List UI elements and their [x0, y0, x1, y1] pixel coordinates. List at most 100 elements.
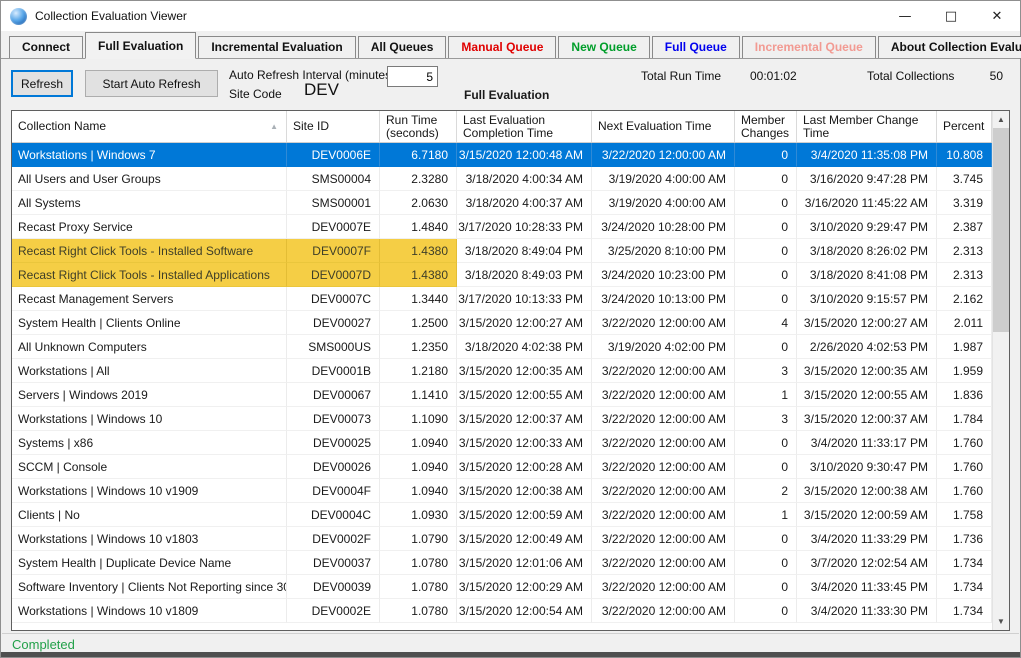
table-row[interactable]: All Unknown ComputersSMS000US1.23503/18/…	[12, 335, 992, 359]
cell-last-evaluation-completion-time: 3/18/2020 4:00:34 AM	[457, 167, 592, 191]
cell-last-member-change-time: 3/4/2020 11:33:29 PM	[797, 527, 937, 551]
cell-member-changes: 0	[735, 551, 797, 575]
cell-last-member-change-time: 3/15/2020 12:00:55 AM	[797, 383, 937, 407]
table-row[interactable]: Recast Right Click Tools - Installed Sof…	[12, 239, 992, 263]
cell-next-evaluation-time: 3/19/2020 4:00:00 AM	[592, 191, 735, 215]
column-header-collection-name[interactable]: Collection Name▲	[12, 111, 287, 142]
table-row[interactable]: Workstations | AllDEV0001B1.21803/15/202…	[12, 359, 992, 383]
vertical-scrollbar[interactable]: ▲ ▼	[992, 111, 1009, 630]
window-controls: — □ ✕	[882, 1, 1020, 31]
cell-collection-name: Recast Right Click Tools - Installed App…	[12, 263, 287, 287]
cell-collection-name: Software Inventory | Clients Not Reporti…	[12, 575, 287, 599]
cell-next-evaluation-time: 3/24/2020 10:13:00 PM	[592, 287, 735, 311]
table-row[interactable]: Clients | NoDEV0004C1.09303/15/2020 12:0…	[12, 503, 992, 527]
column-header-percent[interactable]: Percent	[937, 111, 992, 142]
table-row[interactable]: Recast Management ServersDEV0007C1.34403…	[12, 287, 992, 311]
scrollbar-track[interactable]	[993, 128, 1009, 613]
cell-percent: 1.784	[937, 407, 992, 431]
cell-last-member-change-time: 3/18/2020 8:26:02 PM	[797, 239, 937, 263]
table-row[interactable]: Workstations | Windows 10DEV000731.10903…	[12, 407, 992, 431]
scroll-down-icon[interactable]: ▼	[993, 613, 1009, 630]
table-row[interactable]: System Health | Clients OnlineDEV000271.…	[12, 311, 992, 335]
cell-last-member-change-time: 3/10/2020 9:15:57 PM	[797, 287, 937, 311]
cell-member-changes: 0	[735, 575, 797, 599]
cell-collection-name: Workstations | Windows 10 v1809	[12, 599, 287, 623]
scrollbar-thumb[interactable]	[993, 128, 1009, 332]
cell-site-id: DEV00067	[287, 383, 380, 407]
cell-collection-name: Systems | x86	[12, 431, 287, 455]
cell-run-time: 1.0940	[380, 455, 457, 479]
cell-member-changes: 2	[735, 479, 797, 503]
cell-last-evaluation-completion-time: 3/18/2020 8:49:03 PM	[457, 263, 592, 287]
column-header-label: Last Member Change Time	[803, 114, 932, 140]
tab-all-queues[interactable]: All Queues	[358, 36, 447, 58]
column-header-run-time[interactable]: Run Time (seconds)	[380, 111, 457, 142]
column-header-site-id[interactable]: Site ID	[287, 111, 380, 142]
table-row[interactable]: All Users and User GroupsSMS000042.32803…	[12, 167, 992, 191]
column-header-last-member-change-time[interactable]: Last Member Change Time	[797, 111, 937, 142]
tab-full-queue[interactable]: Full Queue	[652, 36, 740, 58]
cell-site-id: DEV00025	[287, 431, 380, 455]
tab-incremental-queue[interactable]: Incremental Queue	[742, 36, 876, 58]
refresh-button[interactable]: Refresh	[11, 70, 73, 97]
cell-last-evaluation-completion-time: 3/15/2020 12:00:48 AM	[457, 143, 592, 167]
cell-percent: 1.734	[937, 551, 992, 575]
cell-collection-name: SCCM | Console	[12, 455, 287, 479]
site-code-label: Site Code	[229, 87, 282, 101]
table-row[interactable]: System Health | Duplicate Device NameDEV…	[12, 551, 992, 575]
table-row[interactable]: Workstations | Windows 10 v1809DEV0002E1…	[12, 599, 992, 623]
column-header-next-evaluation-time[interactable]: Next Evaluation Time	[592, 111, 735, 142]
cell-member-changes: 0	[735, 431, 797, 455]
cell-member-changes: 0	[735, 287, 797, 311]
table-row[interactable]: Workstations | Windows 10 v1909DEV0004F1…	[12, 479, 992, 503]
table-row[interactable]: Workstations | Windows 10 v1803DEV0002F1…	[12, 527, 992, 551]
tab-manual-queue[interactable]: Manual Queue	[448, 36, 556, 58]
table-row[interactable]: Systems | x86DEV000251.09403/15/2020 12:…	[12, 431, 992, 455]
table-row[interactable]: Servers | Windows 2019DEV000671.14103/15…	[12, 383, 992, 407]
cell-percent: 1.760	[937, 431, 992, 455]
table-row[interactable]: Recast Right Click Tools - Installed App…	[12, 263, 992, 287]
tab-new-queue[interactable]: New Queue	[558, 36, 649, 58]
tab-about-collection-evaluation[interactable]: About Collection Evaluation	[878, 36, 1021, 58]
cell-last-evaluation-completion-time: 3/15/2020 12:00:37 AM	[457, 407, 592, 431]
cell-run-time: 1.0790	[380, 527, 457, 551]
column-header-member-changes[interactable]: Member Changes	[735, 111, 797, 142]
cell-site-id: DEV0004C	[287, 503, 380, 527]
cell-run-time: 1.4840	[380, 215, 457, 239]
cell-next-evaluation-time: 3/22/2020 12:00:00 AM	[592, 551, 735, 575]
cell-collection-name: Servers | Windows 2019	[12, 383, 287, 407]
tab-connect[interactable]: Connect	[9, 36, 83, 58]
cell-last-evaluation-completion-time: 3/15/2020 12:00:59 AM	[457, 503, 592, 527]
tab-incremental-evaluation[interactable]: Incremental Evaluation	[198, 36, 355, 58]
table-row[interactable]: Software Inventory | Clients Not Reporti…	[12, 575, 992, 599]
minimize-button[interactable]: —	[882, 1, 928, 31]
table-row[interactable]: All SystemsSMS000012.06303/18/2020 4:00:…	[12, 191, 992, 215]
cell-next-evaluation-time: 3/22/2020 12:00:00 AM	[592, 503, 735, 527]
table-row[interactable]: SCCM | ConsoleDEV000261.09403/15/2020 12…	[12, 455, 992, 479]
table-row[interactable]: Workstations | Windows 7DEV0006E6.71803/…	[12, 143, 992, 167]
cell-last-evaluation-completion-time: 3/15/2020 12:00:54 AM	[457, 599, 592, 623]
tab-full-evaluation[interactable]: Full Evaluation	[85, 32, 196, 59]
close-button[interactable]: ✕	[974, 1, 1020, 31]
cell-last-member-change-time: 3/15/2020 12:00:38 AM	[797, 479, 937, 503]
cell-member-changes: 0	[735, 335, 797, 359]
status-text: Completed	[12, 637, 75, 652]
auto-refresh-interval-input[interactable]	[387, 66, 438, 87]
cell-site-id: DEV00026	[287, 455, 380, 479]
scroll-up-icon[interactable]: ▲	[993, 111, 1009, 128]
toolbar: Refresh Start Auto Refresh Auto Refresh …	[1, 59, 1020, 110]
cell-site-id: DEV0007F	[287, 239, 380, 263]
grid-header: Collection Name▲Site IDRun Time (seconds…	[12, 111, 992, 143]
cell-next-evaluation-time: 3/19/2020 4:02:00 PM	[592, 335, 735, 359]
cell-site-id: SMS00001	[287, 191, 380, 215]
cell-site-id: DEV0002E	[287, 599, 380, 623]
column-header-last-evaluation-completion-time[interactable]: Last Evaluation Completion Time	[457, 111, 592, 142]
table-row[interactable]: Recast Proxy ServiceDEV0007E1.48403/17/2…	[12, 215, 992, 239]
start-auto-refresh-button[interactable]: Start Auto Refresh	[85, 70, 218, 97]
cell-run-time: 6.7180	[380, 143, 457, 167]
cell-site-id: DEV00039	[287, 575, 380, 599]
cell-member-changes: 3	[735, 407, 797, 431]
cell-percent: 2.387	[937, 215, 992, 239]
cell-percent: 1.736	[937, 527, 992, 551]
maximize-button[interactable]: □	[928, 1, 974, 31]
